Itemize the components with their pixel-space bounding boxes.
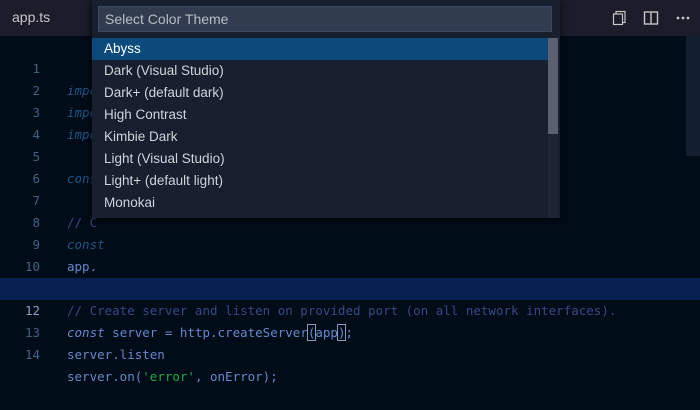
code-line-current: 12 const server = http.createServer(app)… xyxy=(0,278,700,341)
code-line: 14 server.on('error', onError); xyxy=(0,322,700,384)
more-icon[interactable] xyxy=(675,10,691,26)
theme-option[interactable]: Light (Visual Studio) xyxy=(92,148,548,170)
theme-list: Abyss Dark (Visual Studio) Dark+ (defaul… xyxy=(92,38,548,218)
split-view-icon[interactable] xyxy=(612,10,628,26)
editor-tab-app-ts[interactable]: app.ts xyxy=(12,9,50,25)
theme-option[interactable]: Kimbie Dark xyxy=(92,126,548,148)
theme-option[interactable]: Dark+ (default dark) xyxy=(92,82,548,104)
code-text: server.listen xyxy=(67,347,165,362)
line-number: 14 xyxy=(24,347,40,362)
theme-option[interactable]: High Contrast xyxy=(92,104,548,126)
layout-icon[interactable] xyxy=(643,10,659,26)
theme-list-scrollbar[interactable] xyxy=(548,38,558,218)
code-line: 10 xyxy=(0,234,700,274)
code-line: 11 // Create server and listen on provid… xyxy=(0,256,700,318)
color-theme-picker: Abyss Dark (Visual Studio) Dark+ (defaul… xyxy=(92,0,560,218)
code-text: server.on('error', onError); xyxy=(67,369,278,384)
code-line: 13 server.listen xyxy=(0,300,700,362)
scrollbar-thumb[interactable] xyxy=(548,38,558,134)
theme-option[interactable]: Dark (Visual Studio) xyxy=(92,60,548,82)
theme-option[interactable]: Abyss xyxy=(92,38,548,60)
theme-option[interactable]: Monokai xyxy=(92,192,548,214)
theme-search-input[interactable] xyxy=(98,6,552,32)
theme-option[interactable]: Light+ (default light) xyxy=(92,170,548,192)
